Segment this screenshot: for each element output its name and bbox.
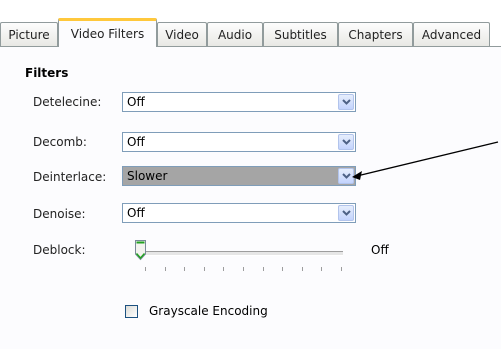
tab-label: Video Filters xyxy=(70,27,145,41)
tab-video-filters[interactable]: Video Filters xyxy=(58,18,157,47)
annotation-arrow xyxy=(352,141,499,180)
